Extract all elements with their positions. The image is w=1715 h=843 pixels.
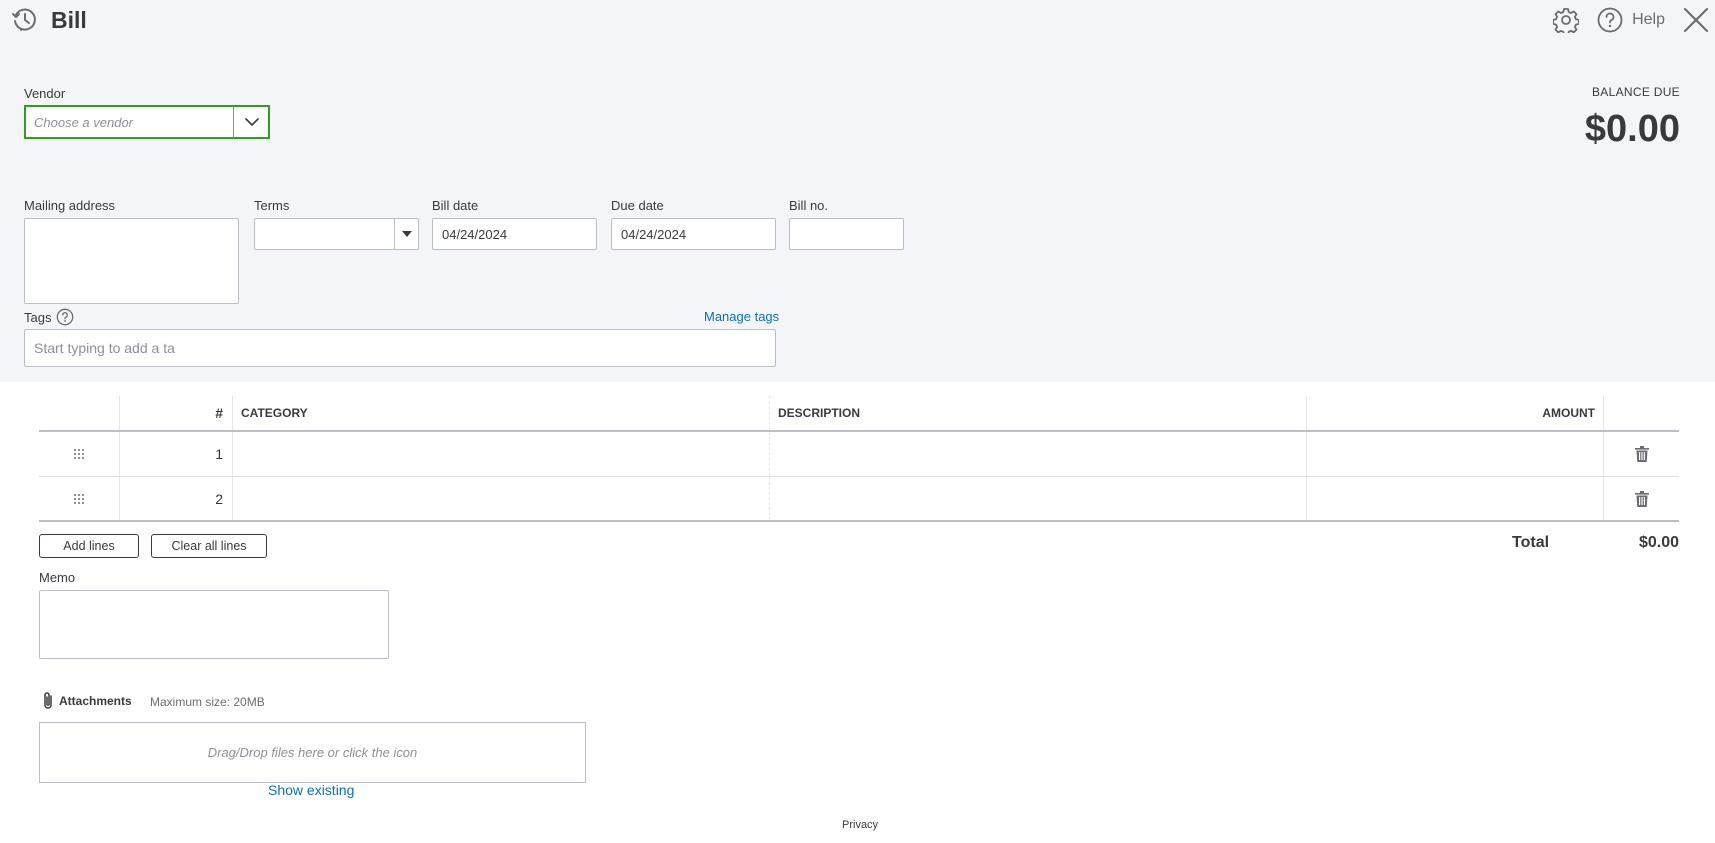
due-date-input[interactable] [612, 219, 775, 249]
trash-icon [1634, 446, 1649, 462]
amount-column-header: AMOUNT [1306, 396, 1603, 430]
attachments-drop-zone[interactable]: Drag/Drop files here or click the icon [39, 722, 586, 783]
terms-select[interactable] [254, 218, 419, 250]
caret-down-icon [401, 231, 412, 237]
vendor-input[interactable] [25, 106, 233, 138]
memo-field[interactable] [39, 590, 389, 659]
vendor-dropdown-button[interactable] [233, 106, 269, 138]
drop-zone-text: Drag/Drop files here or click the icon [207, 745, 418, 760]
page-title: Bill [51, 6, 87, 33]
delete-column-header [1603, 396, 1679, 430]
delete-line-button[interactable] [1603, 432, 1679, 476]
attachments-header: Attachments [41, 691, 132, 711]
line-number: 1 [119, 432, 232, 476]
delete-line-button[interactable] [1603, 477, 1679, 520]
memo-label: Memo [39, 570, 76, 585]
header-actions: Help [1553, 5, 1715, 35]
table-header-row: # CATEGORY DESCRIPTION AMOUNT [39, 396, 1679, 432]
mailing-address-field[interactable] [24, 218, 239, 304]
line-number: 2 [119, 477, 232, 520]
bill-date-label: Bill date [432, 198, 479, 213]
tags-field[interactable] [24, 329, 776, 367]
due-date-label: Due date [611, 198, 664, 213]
drag-handle-icon[interactable] [39, 477, 119, 520]
attachments-label: Attachments [59, 694, 132, 708]
tags-help-icon[interactable] [56, 308, 74, 326]
balance-due-label: BALANCE DUE [1592, 85, 1680, 99]
mailing-address-label: Mailing address [24, 198, 116, 213]
mailing-address-textarea[interactable] [25, 219, 238, 303]
help-icon [1597, 7, 1623, 33]
title-bar: Bill [11, 6, 87, 34]
category-column-header: CATEGORY [232, 396, 769, 430]
bill-date-field[interactable] [432, 218, 597, 250]
bill-no-field[interactable] [789, 218, 904, 250]
description-column-header: DESCRIPTION [769, 396, 1306, 430]
category-cell[interactable] [232, 477, 769, 520]
line-items-table: # CATEGORY DESCRIPTION AMOUNT 1 2 [39, 396, 1679, 522]
description-cell[interactable] [769, 432, 1306, 476]
category-cell[interactable] [232, 432, 769, 476]
chevron-down-icon [244, 117, 259, 126]
terms-dropdown-button[interactable] [394, 219, 418, 249]
total-value: $0.00 [1638, 534, 1679, 551]
due-date-field[interactable] [611, 218, 776, 250]
recent-transactions-icon[interactable] [11, 6, 39, 34]
table-row[interactable]: 2 [39, 477, 1679, 522]
bill-date-input[interactable] [433, 219, 596, 249]
tags-label-group: Tags [24, 308, 74, 326]
number-column-header: # [119, 396, 232, 430]
bill-no-input[interactable] [790, 219, 903, 249]
help-button[interactable]: Help [1597, 7, 1665, 33]
vendor-label: Vendor [24, 86, 66, 101]
close-icon[interactable] [1683, 7, 1709, 33]
show-existing-link[interactable]: Show existing [268, 782, 354, 798]
terms-input[interactable] [255, 219, 395, 249]
attachments-max-size: Maximum size: 20MB [150, 695, 265, 709]
amount-cell[interactable] [1306, 432, 1603, 476]
help-label: Help [1632, 11, 1665, 28]
description-cell[interactable] [769, 477, 1306, 520]
amount-cell[interactable] [1306, 477, 1603, 520]
bill-header-panel: Bill Help Vendor Choose a vendor BALANCE… [0, 0, 1715, 382]
clear-all-lines-button[interactable]: Clear all lines [151, 534, 267, 558]
terms-label: Terms [254, 198, 290, 213]
table-row[interactable]: 1 [39, 432, 1679, 477]
drag-column-header [39, 396, 119, 430]
drag-handle-icon[interactable] [39, 432, 119, 476]
memo-textarea[interactable] [40, 591, 388, 658]
tags-label: Tags [24, 309, 52, 325]
tags-input[interactable] [25, 330, 775, 366]
vendor-combobox[interactable] [24, 105, 270, 139]
privacy-link[interactable]: Privacy [842, 819, 878, 831]
gear-icon[interactable] [1553, 7, 1580, 33]
bill-no-label: Bill no. [789, 198, 829, 213]
manage-tags-link[interactable]: Manage tags [704, 309, 779, 324]
balance-due-amount: $0.00 [1584, 108, 1680, 150]
paperclip-icon[interactable] [41, 691, 55, 711]
add-lines-button[interactable]: Add lines [39, 534, 139, 558]
trash-icon [1634, 490, 1649, 507]
total-label: Total [1512, 534, 1550, 551]
